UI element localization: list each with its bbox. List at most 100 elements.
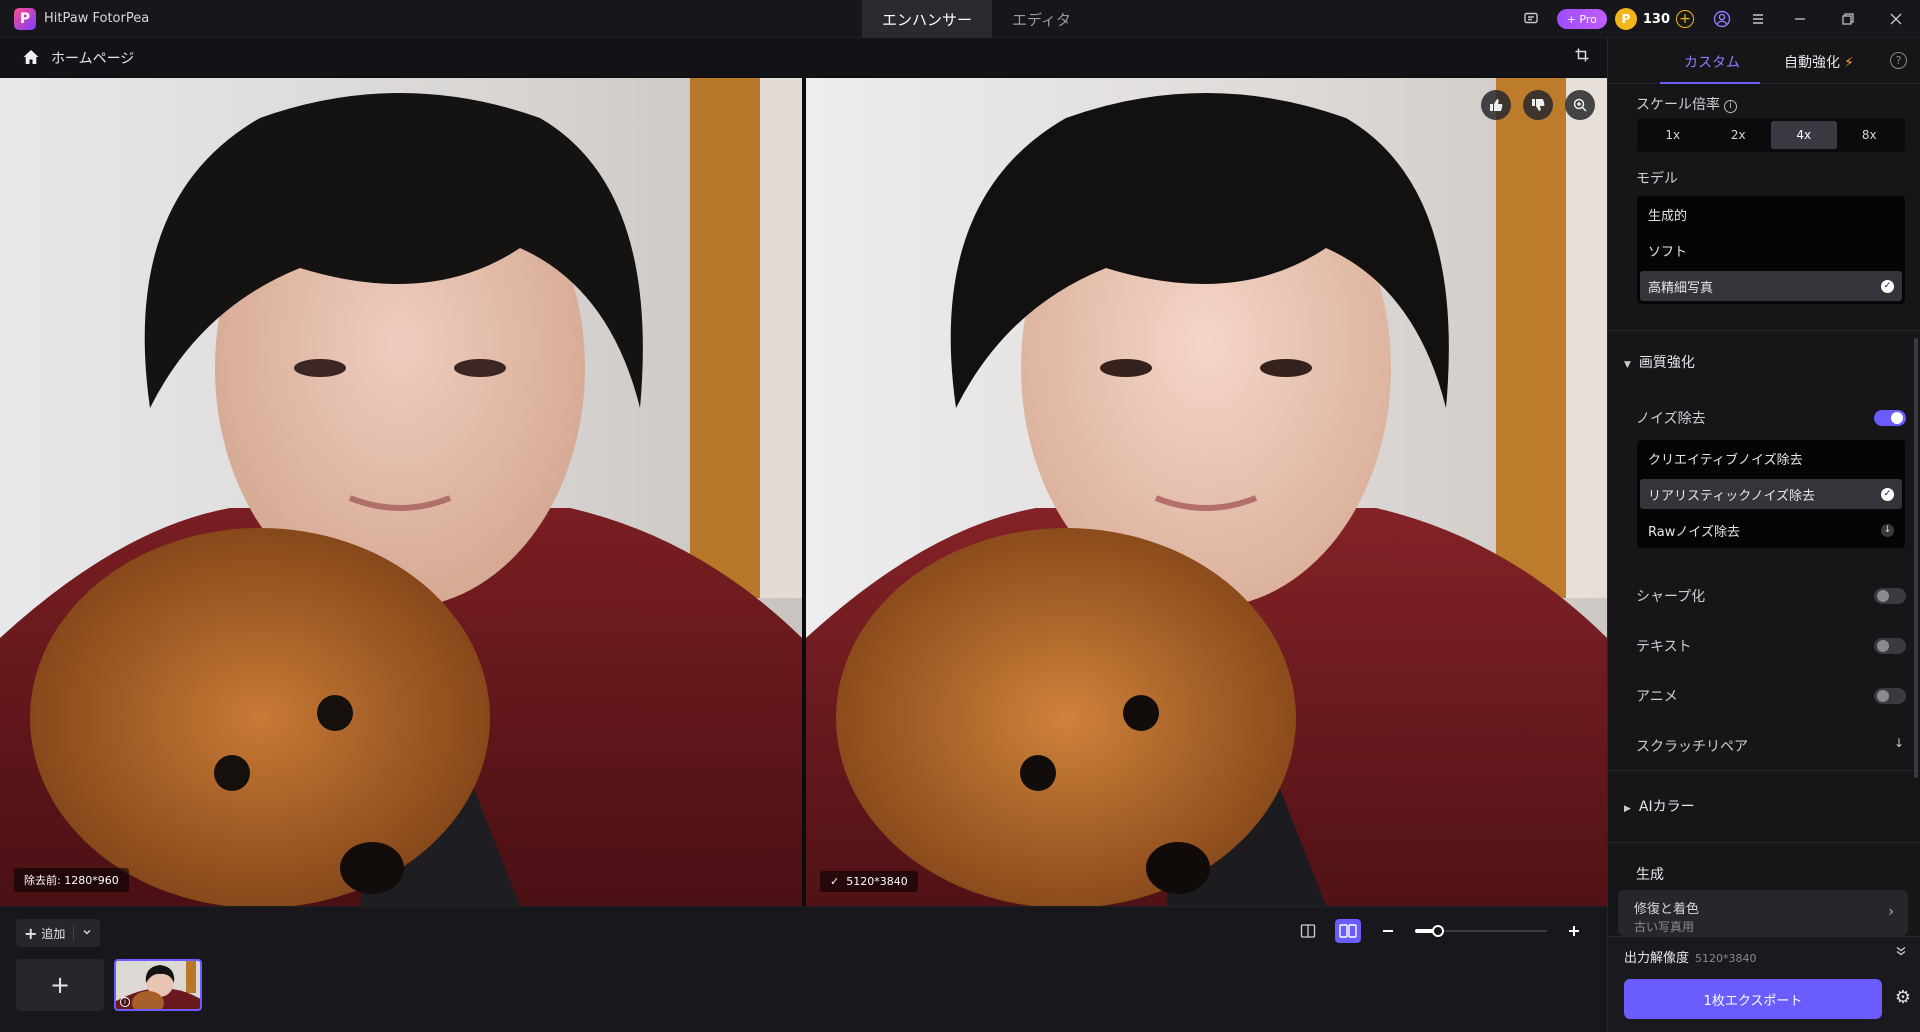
scale-label: スケール倍率 i bbox=[1636, 94, 1737, 114]
generate-header: 生成 bbox=[1636, 867, 1664, 883]
model-option-generative[interactable]: 生成的 bbox=[1640, 199, 1902, 229]
scale-8x[interactable]: 8x bbox=[1837, 121, 1903, 149]
zoom-in-icon[interactable] bbox=[1565, 90, 1595, 120]
toggle-knob bbox=[1877, 640, 1889, 652]
anime-label: アニメ bbox=[1636, 689, 1678, 705]
add-coins-icon[interactable]: + bbox=[1676, 10, 1694, 28]
message-icon[interactable] bbox=[1513, 0, 1549, 38]
split-view-icon[interactable] bbox=[1295, 919, 1321, 943]
restore-colorize-card[interactable]: 修復と着色 古い写真用 › bbox=[1618, 890, 1908, 936]
restore-icon[interactable] bbox=[1824, 0, 1872, 38]
before-photo bbox=[0, 78, 802, 906]
info-circle-icon[interactable]: i bbox=[1724, 99, 1737, 113]
view-tools bbox=[1295, 919, 1587, 943]
toggle-knob bbox=[1877, 590, 1889, 602]
tab-custom[interactable]: カスタム bbox=[1684, 52, 1740, 72]
caret-right-icon: ▶ bbox=[1624, 804, 1631, 814]
tab-editor[interactable]: エディタ bbox=[992, 0, 1091, 38]
app-logo-icon: P bbox=[14, 8, 36, 30]
minimize-icon[interactable] bbox=[1776, 0, 1824, 38]
model-option-soft[interactable]: ソフト bbox=[1640, 235, 1902, 265]
menu-icon[interactable] bbox=[1740, 0, 1776, 38]
noise-option-realistic[interactable]: リアリスティックノイズ除去 ✓ bbox=[1640, 479, 1902, 509]
close-icon[interactable] bbox=[1872, 0, 1920, 38]
check-icon: ✓ bbox=[830, 875, 847, 888]
tab-auto-enhance[interactable]: 自動強化 ⚡ bbox=[1784, 52, 1854, 72]
tab-enhancer[interactable]: エンハンサー bbox=[862, 0, 993, 38]
text-label: テキスト bbox=[1636, 639, 1692, 655]
title-bar: P HitPaw FotorPea エンハンサー エディタ + Pro P 13… bbox=[0, 0, 1920, 38]
pro-badge[interactable]: + Pro bbox=[1556, 9, 1607, 29]
scale-label-text: スケール倍率 bbox=[1636, 97, 1720, 113]
scale-1x[interactable]: 1x bbox=[1640, 121, 1706, 149]
ai-color-section-header[interactable]: ▶ AIカラー bbox=[1624, 796, 1695, 816]
download-icon[interactable]: ↓ bbox=[1881, 523, 1894, 537]
toggle-knob bbox=[1891, 412, 1903, 424]
before-image-pane[interactable]: 除去前: 1280*960 bbox=[0, 78, 802, 906]
sharpen-label: シャープ化 bbox=[1636, 589, 1706, 605]
sharpen-toggle[interactable] bbox=[1874, 588, 1906, 604]
zoom-knob[interactable] bbox=[1432, 925, 1444, 937]
expand-icon[interactable] bbox=[1895, 945, 1907, 961]
add-button-label: 追加 bbox=[41, 926, 66, 941]
divider bbox=[1608, 330, 1920, 331]
tab-underline bbox=[1660, 82, 1760, 84]
home-icon[interactable] bbox=[22, 48, 40, 66]
model-option-hd-photo[interactable]: 高精細写真 ✓ bbox=[1640, 271, 1902, 301]
quality-header-text: 画質強化 bbox=[1638, 355, 1695, 371]
mode-tabs: エンハンサー エディタ bbox=[862, 0, 1091, 38]
ai-color-header-text: AIカラー bbox=[1638, 799, 1695, 815]
quality-section-header[interactable]: ▼ 画質強化 bbox=[1624, 352, 1695, 372]
image-thumbnail[interactable]: i bbox=[114, 959, 202, 1011]
noise-toggle[interactable] bbox=[1874, 410, 1906, 426]
model-label: モデル bbox=[1636, 171, 1678, 187]
noise-options: クリエイティブノイズ除去 リアリスティックノイズ除去 ✓ Rawノイズ除去 ↓ bbox=[1637, 440, 1905, 548]
breadcrumb-home[interactable]: ホームページ bbox=[51, 48, 134, 68]
add-button[interactable]: + 追加 bbox=[16, 919, 100, 947]
lightning-icon: ⚡ bbox=[1844, 55, 1854, 71]
chevron-right-icon: › bbox=[1888, 904, 1894, 920]
check-circle-icon: ✓ bbox=[1881, 279, 1894, 293]
side-by-side-view-icon[interactable] bbox=[1335, 919, 1361, 943]
help-icon[interactable]: ? bbox=[1890, 52, 1907, 69]
output-resolution-value: 5120*3840 bbox=[1695, 952, 1757, 965]
model-option-label: 生成的 bbox=[1648, 208, 1688, 224]
zoom-slider[interactable] bbox=[1415, 921, 1547, 941]
noise-option-creative[interactable]: クリエイティブノイズ除去 bbox=[1640, 443, 1902, 473]
output-resolution: 出力解像度 5120*3840 bbox=[1624, 947, 1757, 966]
thumbs-down-icon[interactable] bbox=[1523, 90, 1553, 120]
output-section: 出力解像度 5120*3840 1枚エクスポート ⚙ bbox=[1608, 936, 1920, 1032]
download-icon[interactable]: ↓ bbox=[1894, 736, 1904, 750]
model-options: 生成的 ソフト 高精細写真 ✓ bbox=[1637, 196, 1905, 304]
export-button[interactable]: 1枚エクスポート bbox=[1624, 979, 1882, 1019]
text-toggle[interactable] bbox=[1874, 638, 1906, 654]
panel-scrollbar[interactable] bbox=[1914, 338, 1918, 778]
after-image-pane[interactable]: ✓ 5120*3840 bbox=[806, 78, 1607, 906]
pane-tools bbox=[1481, 90, 1595, 120]
check-circle-icon: ✓ bbox=[1881, 487, 1894, 501]
breadcrumb: ホームページ bbox=[0, 38, 1607, 76]
thumbs-up-icon[interactable] bbox=[1481, 90, 1511, 120]
info-icon[interactable]: i bbox=[120, 997, 130, 1007]
output-resolution-label: 出力解像度 bbox=[1624, 951, 1690, 966]
caret-down-icon: ▼ bbox=[1624, 360, 1631, 370]
tab-auto-label: 自動強化 bbox=[1784, 55, 1840, 71]
scale-2x[interactable]: 2x bbox=[1706, 121, 1772, 149]
zoom-out-icon[interactable] bbox=[1375, 919, 1401, 943]
noise-option-label: クリエイティブノイズ除去 bbox=[1648, 452, 1803, 468]
add-image-button[interactable]: + bbox=[16, 959, 104, 1011]
bottom-bar: + 追加 + i bbox=[0, 906, 1607, 1032]
crop-icon[interactable] bbox=[1575, 48, 1589, 66]
noise-option-raw[interactable]: Rawノイズ除去 ↓ bbox=[1640, 515, 1902, 545]
scale-4x[interactable]: 4x bbox=[1771, 121, 1837, 149]
gear-icon[interactable]: ⚙ bbox=[1895, 987, 1911, 1008]
account-icon[interactable] bbox=[1704, 0, 1740, 38]
plus-icon: + bbox=[24, 923, 38, 943]
before-resolution-label: 除去前: 1280*960 bbox=[14, 868, 129, 892]
toggle-knob bbox=[1877, 690, 1889, 702]
zoom-in-plus-icon[interactable] bbox=[1561, 919, 1587, 943]
add-separator bbox=[73, 925, 75, 941]
after-resolution-label: ✓ 5120*3840 bbox=[820, 871, 918, 892]
anime-toggle[interactable] bbox=[1874, 688, 1906, 704]
chevron-down-icon[interactable] bbox=[82, 926, 92, 940]
